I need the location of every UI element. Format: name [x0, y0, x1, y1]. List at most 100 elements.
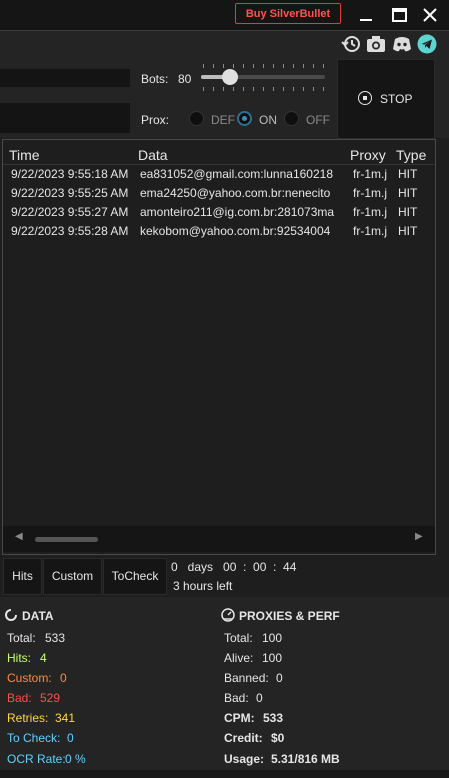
- slider-tick: [283, 87, 284, 91]
- slider-tick: [213, 87, 214, 91]
- slider-tick: [273, 87, 274, 91]
- proxy-radio-off[interactable]: [284, 111, 299, 126]
- slider-tick: [313, 64, 314, 68]
- tab-hits[interactable]: Hits: [3, 558, 42, 595]
- slider-tick: [293, 87, 294, 91]
- hits-table: [2, 139, 436, 555]
- refresh-icon: [5, 609, 17, 621]
- discord-icon: [393, 37, 411, 52]
- column-header-data[interactable]: Data: [138, 147, 168, 163]
- perf-bad-value: 0: [256, 691, 263, 705]
- tab-tocheck[interactable]: ToCheck: [103, 558, 167, 595]
- bots-value: 80: [178, 72, 192, 86]
- minimize-icon: [360, 19, 372, 21]
- speedometer-icon: [221, 608, 235, 622]
- history-button[interactable]: [341, 34, 361, 54]
- telegram-button[interactable]: [417, 34, 437, 54]
- table-cell-data: ea831052@gmail.com:lunna160218: [140, 167, 333, 181]
- buy-pro-button[interactable]: Buy SilverBullet Pro: [235, 3, 341, 41]
- slider-tick: [283, 64, 284, 68]
- minimize-button[interactable]: [354, 4, 378, 26]
- table-cell-proxy: fr-1m.j: [353, 186, 387, 200]
- perf-total-value: 100: [262, 631, 283, 645]
- proxy-radio-on[interactable]: [237, 111, 252, 126]
- screenshot-button[interactable]: [366, 34, 386, 54]
- data-section-icon: [4, 608, 18, 625]
- slider-tick: [243, 87, 244, 91]
- horizontal-scrollbar-thumb[interactable]: [35, 537, 98, 542]
- data-total-label: Total:: [7, 631, 36, 645]
- slider-tick: [293, 64, 294, 68]
- table-cell-time: 9/22/2023 9:55:27 AM: [11, 205, 129, 219]
- table-cell-proxy: fr-1m.j: [353, 224, 387, 238]
- perf-cpm-label: CPM:: [224, 711, 255, 725]
- data-ocr-label: OCR Rate:: [7, 752, 66, 766]
- slider-tick: [203, 64, 204, 68]
- data-section-title: DATA: [22, 609, 54, 623]
- perf-banned-value: 0: [276, 671, 283, 685]
- slider-tick: [323, 87, 324, 91]
- perf-usage-value: 5.31/816 MB: [271, 752, 340, 766]
- scroll-right-icon[interactable]: ▶: [415, 531, 423, 542]
- table-cell-proxy: fr-1m.j: [353, 205, 387, 219]
- perf-credit-value: $0: [271, 731, 285, 745]
- proxy-mode-label: Prox:: [141, 113, 170, 127]
- title-bar: [0, 0, 449, 30]
- slider-tick: [203, 87, 204, 91]
- table-cell-type: HIT: [398, 205, 418, 219]
- config-field-2[interactable]: [0, 103, 130, 133]
- table-cell-data: kekobom@yahoo.com.br:92534004: [140, 224, 331, 238]
- perf-section-icon: [221, 608, 235, 625]
- proxy-option-on: ON: [259, 113, 277, 127]
- scroll-left-icon[interactable]: ◀: [15, 531, 23, 542]
- slider-tick: [273, 64, 274, 68]
- table-cell-data: amonteiro211@ig.com.br:281073ma: [140, 205, 335, 219]
- slider-tick: [223, 64, 224, 68]
- proxy-option-off: OFF: [306, 113, 330, 127]
- perf-bad-label: Bad:: [224, 691, 249, 705]
- slider-tick: [253, 87, 254, 91]
- config-field-1[interactable]: [0, 69, 130, 87]
- perf-cpm-value: 533: [263, 711, 284, 725]
- column-header-proxy[interactable]: Proxy: [350, 147, 386, 163]
- data-hits-label: Hits:: [7, 651, 31, 665]
- slider-tick: [213, 64, 214, 68]
- table-cell-time: 9/22/2023 9:55:18 AM: [11, 167, 129, 181]
- slider-tick: [253, 64, 254, 68]
- bottom-edge: [0, 770, 449, 778]
- bots-label: Bots:: [141, 72, 169, 86]
- data-custom-label: Custom:: [7, 671, 52, 685]
- tab-custom[interactable]: Custom: [43, 558, 102, 595]
- data-retries-label: Retries:: [7, 711, 49, 725]
- proxy-option-def: DEF: [211, 113, 235, 127]
- table-cell-data: ema24250@yahoo.com.br:nenecito: [140, 186, 331, 200]
- slider-tick: [233, 64, 234, 68]
- column-header-type[interactable]: Type: [396, 147, 426, 163]
- camera-icon: [367, 36, 385, 52]
- slider-tick: [263, 87, 264, 91]
- slider-tick: [313, 87, 314, 91]
- perf-usage-label: Usage:: [224, 752, 265, 766]
- column-header-time[interactable]: Time: [9, 147, 40, 163]
- table-cell-time: 9/22/2023 9:55:25 AM: [11, 186, 129, 200]
- telegram-icon: [417, 34, 437, 54]
- data-retries-value: 341: [55, 711, 76, 725]
- data-tocheck-label: To Check:: [7, 731, 61, 745]
- slider-tick: [303, 87, 304, 91]
- maximize-button[interactable]: [387, 4, 411, 26]
- table-cell-time: 9/22/2023 9:55:28 AM: [11, 224, 129, 238]
- maximize-icon: [391, 8, 407, 22]
- bots-slider-thumb[interactable]: [221, 69, 238, 85]
- perf-credit-label: Credit:: [224, 731, 263, 745]
- history-icon: [341, 36, 360, 52]
- data-ocr-value: 0 %: [65, 752, 86, 766]
- data-bad-value: 529: [40, 691, 61, 705]
- stop-icon: [358, 91, 372, 105]
- table-header-divider: [3, 164, 435, 165]
- data-bad-label: Bad:: [7, 691, 32, 705]
- table-cell-proxy: fr-1m.j: [353, 167, 387, 181]
- discord-button[interactable]: [392, 34, 412, 54]
- close-button[interactable]: [418, 4, 442, 26]
- slider-tick: [303, 64, 304, 68]
- proxy-radio-def[interactable]: [189, 111, 204, 126]
